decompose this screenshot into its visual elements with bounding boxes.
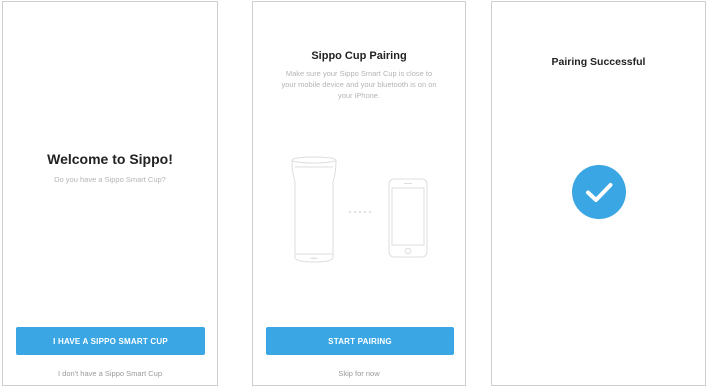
pairing-screen: Sippo Cup Pairing Make sure your Sippo S… bbox=[252, 1, 466, 386]
checkmark-icon bbox=[586, 183, 613, 202]
smart-cup-icon bbox=[291, 156, 337, 263]
connection-dots-icon bbox=[349, 211, 371, 213]
phone-icon bbox=[388, 178, 428, 258]
have-smart-cup-button[interactable]: I HAVE A SIPPO SMART CUP bbox=[16, 327, 205, 355]
success-screen: Pairing Successful bbox=[491, 1, 706, 386]
pairing-instructions: Make sure your Sippo Smart Cup is close … bbox=[281, 69, 437, 100]
cup-brand-label: sippo bbox=[310, 256, 318, 260]
skip-for-now-link[interactable]: Skip for now bbox=[253, 369, 465, 378]
cup-phone-illustration: sippo bbox=[291, 156, 428, 263]
success-title: Pairing Successful bbox=[551, 56, 646, 68]
welcome-screen: Welcome to Sippo! Do you have a Sippo Sm… bbox=[2, 1, 218, 386]
welcome-subtitle: Do you have a Sippo Smart Cup? bbox=[54, 175, 166, 184]
success-badge bbox=[572, 165, 626, 219]
no-smart-cup-link[interactable]: I don't have a Sippo Smart Cup bbox=[3, 369, 217, 378]
start-pairing-button[interactable]: START PAIRING bbox=[266, 327, 454, 355]
pairing-title: Sippo Cup Pairing bbox=[311, 50, 407, 62]
welcome-title: Welcome to Sippo! bbox=[47, 151, 173, 167]
